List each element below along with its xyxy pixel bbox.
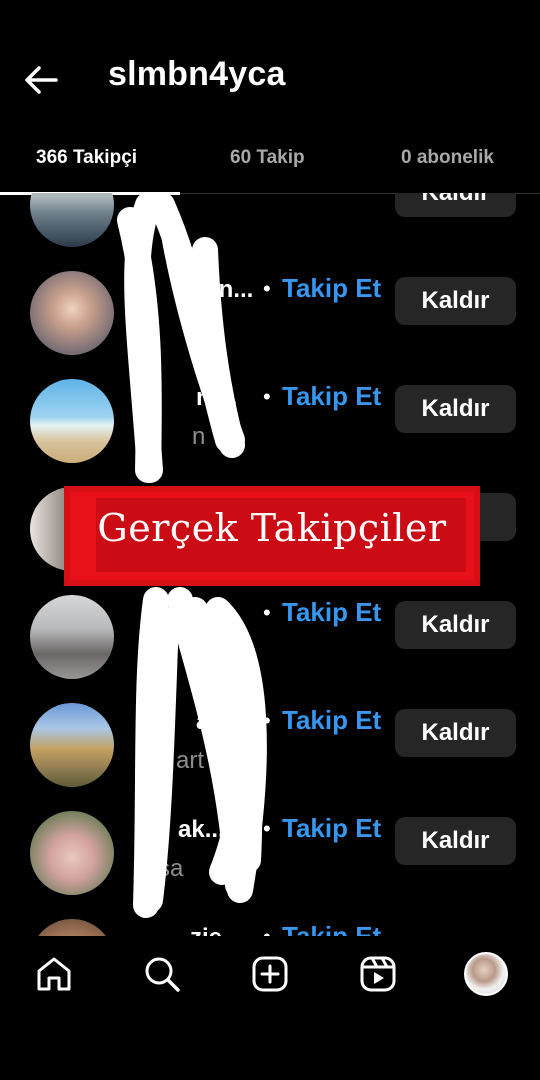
follow-button[interactable]: Takip Et: [282, 921, 381, 936]
remove-button[interactable]: Kaldır: [395, 817, 516, 865]
banner-text: Gerçek Takipçiler: [97, 506, 447, 550]
header: slmbn4yca: [0, 0, 540, 150]
follow-button[interactable]: Takip Et: [282, 597, 381, 628]
tab-subscriptions[interactable]: 0 abonelik: [401, 147, 494, 169]
follower-subtitle: dny: [138, 207, 177, 234]
promo-banner: Gerçek Takipçiler: [70, 492, 474, 580]
profile-avatar[interactable]: [464, 952, 508, 996]
follow-button[interactable]: Takip Et: [282, 705, 381, 736]
follower-name[interactable]: er...: [198, 600, 239, 628]
list-item[interactable]: ar... • Takip Et art Kaldır: [0, 695, 540, 803]
reels-icon[interactable]: [358, 954, 398, 994]
separator-dot: •: [263, 816, 271, 841]
follower-name[interactable]: ak...: [178, 816, 225, 844]
follow-button[interactable]: Takip Et: [282, 813, 381, 844]
follow-button[interactable]: Takip Et: [282, 273, 381, 304]
list-item[interactable]: ak... • Takip Et sa Kaldır: [0, 803, 540, 911]
back-arrow-icon[interactable]: [22, 60, 62, 100]
remove-button[interactable]: Kaldır: [395, 709, 516, 757]
tab-following[interactable]: 60 Takip: [230, 147, 305, 169]
avatar[interactable]: [30, 379, 114, 463]
follower-name[interactable]: ar...: [196, 708, 237, 736]
follower-subtitle: sa: [158, 855, 184, 882]
remove-button[interactable]: Kaldır: [395, 277, 516, 325]
avatar[interactable]: [30, 193, 114, 247]
separator-dot: •: [263, 708, 271, 733]
list-item[interactable]: in... • Takip Et Kaldır: [0, 263, 540, 371]
avatar[interactable]: [30, 595, 114, 679]
avatar[interactable]: [30, 703, 114, 787]
follower-name[interactable]: zie...: [190, 924, 242, 936]
separator-dot: •: [263, 384, 271, 409]
follower-name[interactable]: ni...: [196, 384, 237, 412]
separator-dot: •: [263, 600, 271, 625]
remove-button[interactable]: Kaldır: [395, 601, 516, 649]
follower-name[interactable]: in...: [212, 276, 253, 304]
list-item[interactable]: ni... • Takip Et n Kaldır: [0, 371, 540, 479]
tab-followers[interactable]: 366 Takipçi: [36, 147, 137, 169]
list-item[interactable]: zie... • Takip Et: [0, 911, 540, 936]
profile-username: slmbn4yca: [108, 55, 286, 93]
separator-dot: •: [263, 276, 271, 301]
follower-subtitle: n: [192, 423, 206, 450]
follower-subtitle: art: [176, 747, 205, 774]
avatar[interactable]: [30, 919, 114, 936]
list-item[interactable]: dny Kaldır: [0, 193, 540, 263]
avatar[interactable]: [30, 271, 114, 355]
remove-button[interactable]: Kaldır: [395, 385, 516, 433]
bottom-nav: [0, 936, 540, 1080]
follow-tabs: 366 Takipçi 60 Takip 0 abonelik: [0, 135, 540, 195]
list-item[interactable]: er... • Takip Et S Kaldır: [0, 587, 540, 695]
add-post-icon[interactable]: [250, 954, 290, 994]
search-icon[interactable]: [142, 954, 182, 994]
avatar[interactable]: [30, 811, 114, 895]
follower-subtitle: S: [138, 639, 155, 666]
separator-dot: •: [263, 924, 271, 936]
follow-button[interactable]: Takip Et: [282, 381, 381, 412]
home-icon[interactable]: [34, 954, 74, 994]
remove-button[interactable]: Kaldır: [395, 193, 516, 217]
